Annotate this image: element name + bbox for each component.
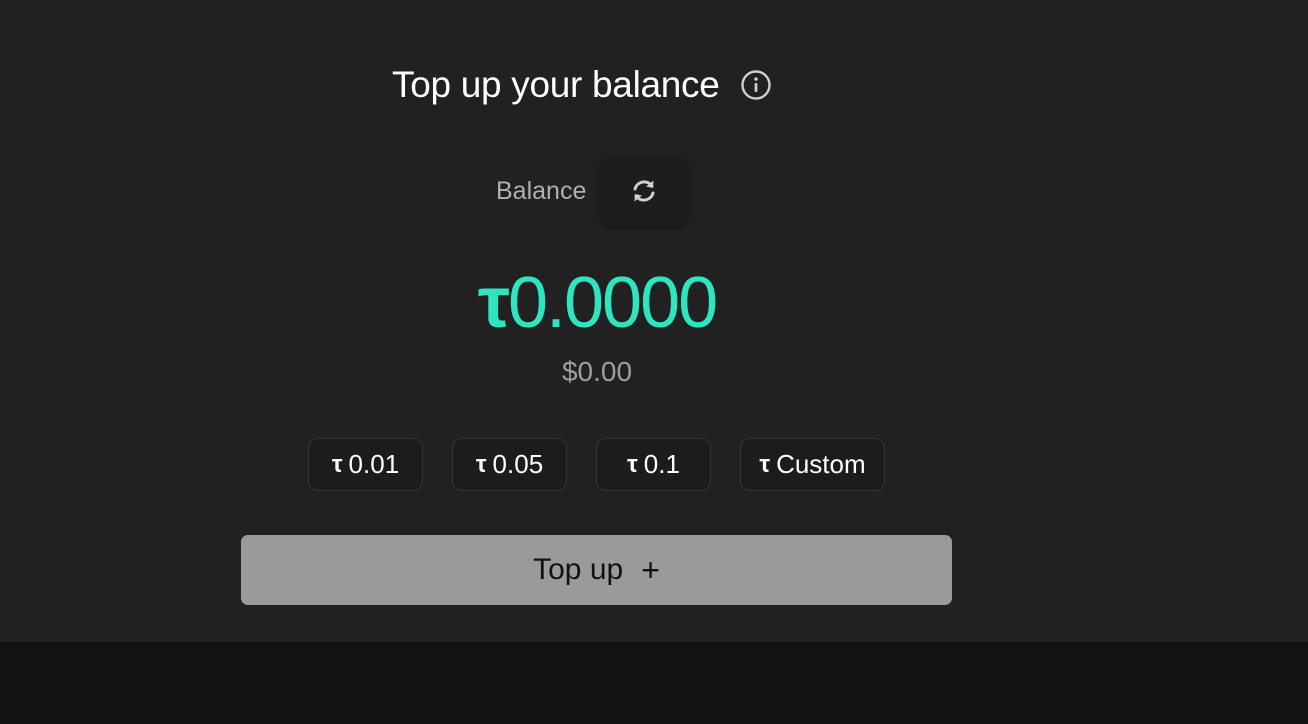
preset-button-0-05[interactable]: τ 0.05 bbox=[452, 438, 567, 491]
preset-button-0-1[interactable]: τ 0.1 bbox=[596, 438, 711, 491]
preset-label: 0.1 bbox=[643, 449, 680, 479]
balance-label: Balance bbox=[496, 176, 587, 205]
refresh-button[interactable] bbox=[600, 156, 689, 226]
plus-icon: + bbox=[641, 552, 660, 588]
preset-label: 0.05 bbox=[492, 449, 544, 479]
footer-area bbox=[0, 642, 1308, 724]
preset-button-custom[interactable]: τ Custom bbox=[740, 438, 885, 491]
header: Top up your balance bbox=[392, 62, 772, 108]
preset-label: 0.01 bbox=[348, 449, 400, 479]
preset-label: Custom bbox=[776, 449, 866, 479]
preset-button-0-01[interactable]: τ 0.01 bbox=[308, 438, 423, 491]
tao-symbol: τ bbox=[627, 450, 638, 478]
usd-value: $0.00 bbox=[561, 356, 633, 387]
balance-value: 0.0000 bbox=[507, 263, 718, 343]
tao-symbol: τ bbox=[759, 450, 771, 478]
top-up-panel: Top up your balance Balance τ0.0000 $0.0… bbox=[0, 0, 1308, 642]
balance-amount: τ0.0000 bbox=[0, 262, 1194, 344]
info-icon[interactable] bbox=[740, 69, 772, 101]
tao-symbol: τ bbox=[475, 450, 487, 478]
top-up-label: Top up bbox=[533, 553, 624, 586]
refresh-icon bbox=[633, 180, 655, 202]
top-up-button[interactable]: Top up + bbox=[241, 535, 952, 605]
tao-symbol: τ bbox=[477, 263, 510, 343]
tao-symbol: τ bbox=[331, 450, 343, 478]
balance-row: Balance bbox=[496, 156, 689, 226]
page-title: Top up your balance bbox=[392, 64, 720, 105]
